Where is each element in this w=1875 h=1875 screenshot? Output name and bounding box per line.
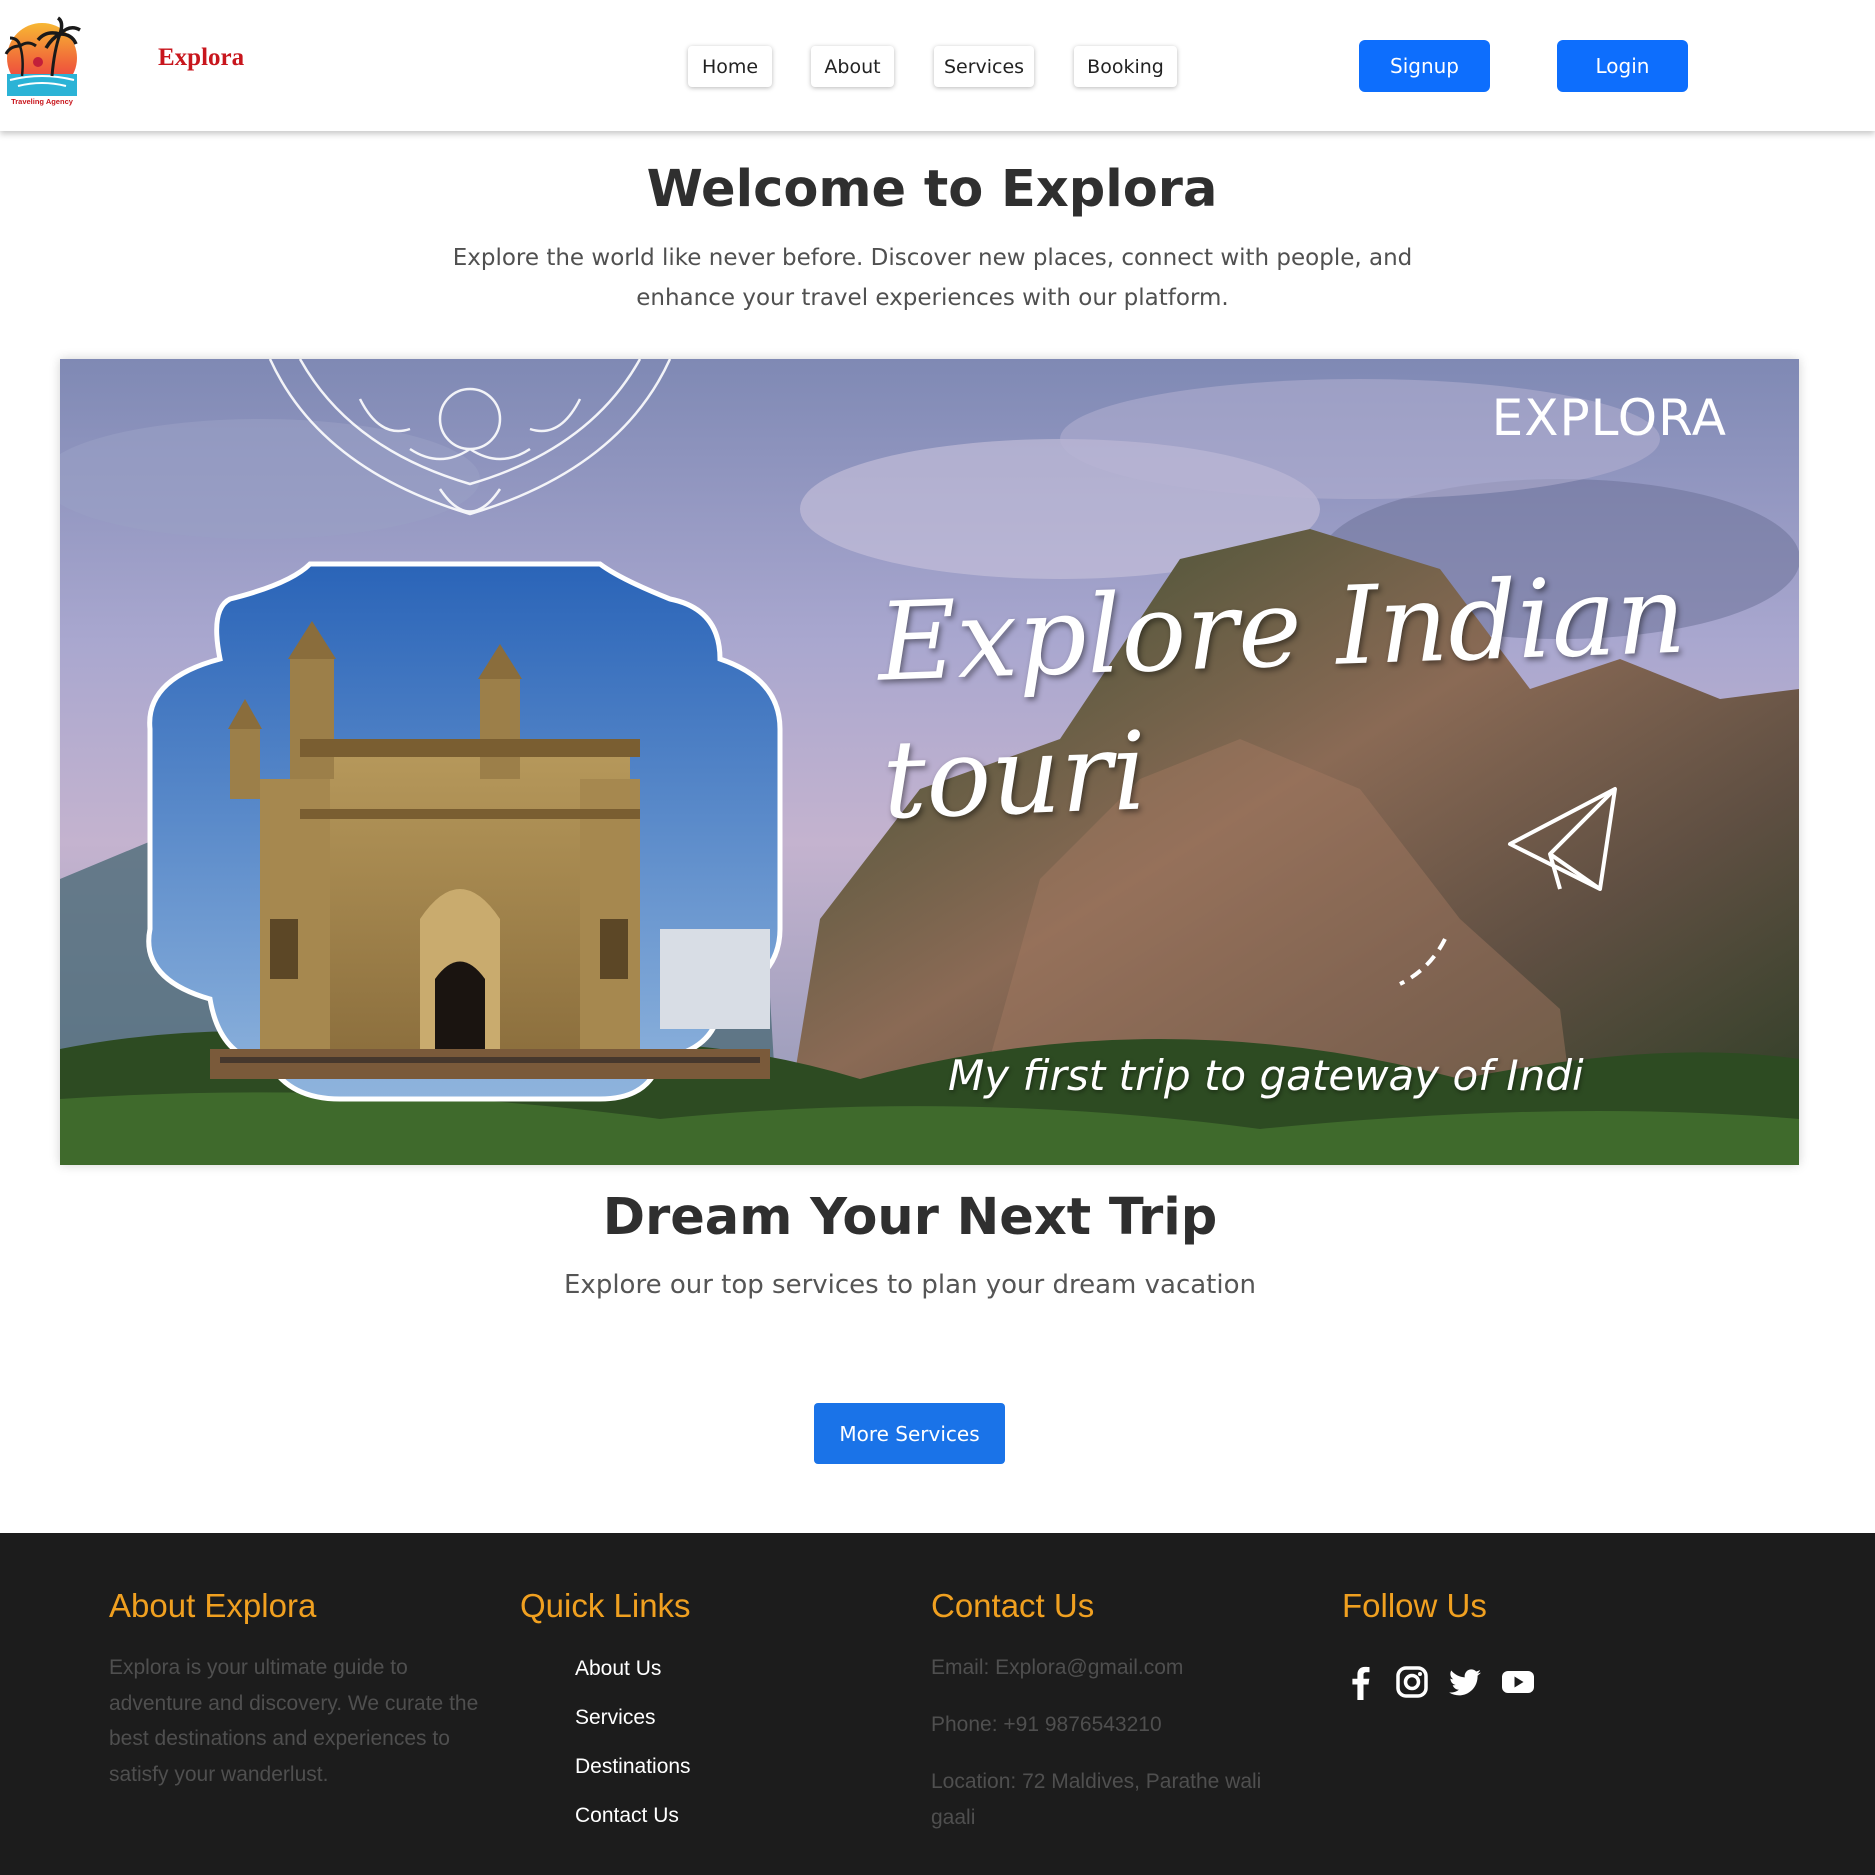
twitter-icon[interactable] [1446, 1663, 1484, 1701]
footer-links-heading: Quick Links [520, 1587, 691, 1624]
footer-about-text: Explora is your ultimate guide to advent… [109, 1656, 479, 1786]
site-footer: About Explora Explora is your ultimate g… [0, 1533, 1875, 1875]
nav-home-button[interactable]: Home [688, 46, 772, 87]
signup-button[interactable]: Signup [1359, 40, 1490, 92]
footer-contact-location: Location: 72 Maldives, Parathe wali gaal… [931, 1770, 1262, 1829]
login-button[interactable]: Login [1557, 40, 1688, 92]
footer-link-contact-us[interactable]: Contact Us [575, 1804, 679, 1828]
hero-brand-text: EXPLORA [1491, 389, 1727, 447]
welcome-text: Explore the world like never before. Dis… [452, 245, 1413, 311]
dream-title: Dream Your Next Trip [602, 1188, 1218, 1247]
footer-link-about-us[interactable]: About Us [575, 1657, 661, 1681]
hero-title: Explore Indian touri [875, 543, 1784, 850]
nav-services-button[interactable]: Services [934, 46, 1034, 87]
facebook-icon[interactable] [1342, 1663, 1380, 1701]
footer-link-destinations[interactable]: Destinations [575, 1755, 691, 1779]
instagram-icon[interactable] [1393, 1663, 1431, 1701]
more-services-button[interactable]: More Services [814, 1403, 1005, 1464]
nav-about-button[interactable]: About [811, 46, 894, 87]
nav-booking-button[interactable]: Booking [1074, 46, 1177, 87]
hero-subtitle: My first trip to gateway of Indi [948, 1051, 1584, 1100]
hero-banner: EXPLORA Explore Indian touri My first tr… [60, 359, 1799, 1165]
footer-contact-email: Email: Explora@gmail.com [931, 1656, 1184, 1679]
footer-about-heading: About Explora [109, 1587, 317, 1624]
footer-contact-phone: Phone: +91 9876543210 [931, 1713, 1162, 1736]
brand-name[interactable]: Explora [158, 44, 244, 72]
footer-follow-heading: Follow Us [1342, 1587, 1487, 1624]
logo-caption: Traveling Agency [11, 97, 74, 106]
site-header: Traveling Agency Explora Home About Serv… [0, 0, 1875, 131]
footer-contact-heading: Contact Us [931, 1587, 1095, 1624]
logo-icon[interactable]: Traveling Agency [2, 16, 82, 106]
dream-text: Explore our top services to plan your dr… [564, 1270, 1256, 1300]
youtube-icon[interactable] [1499, 1663, 1537, 1701]
footer-link-services[interactable]: Services [575, 1706, 656, 1730]
welcome-title: Welcome to Explora [646, 160, 1218, 219]
